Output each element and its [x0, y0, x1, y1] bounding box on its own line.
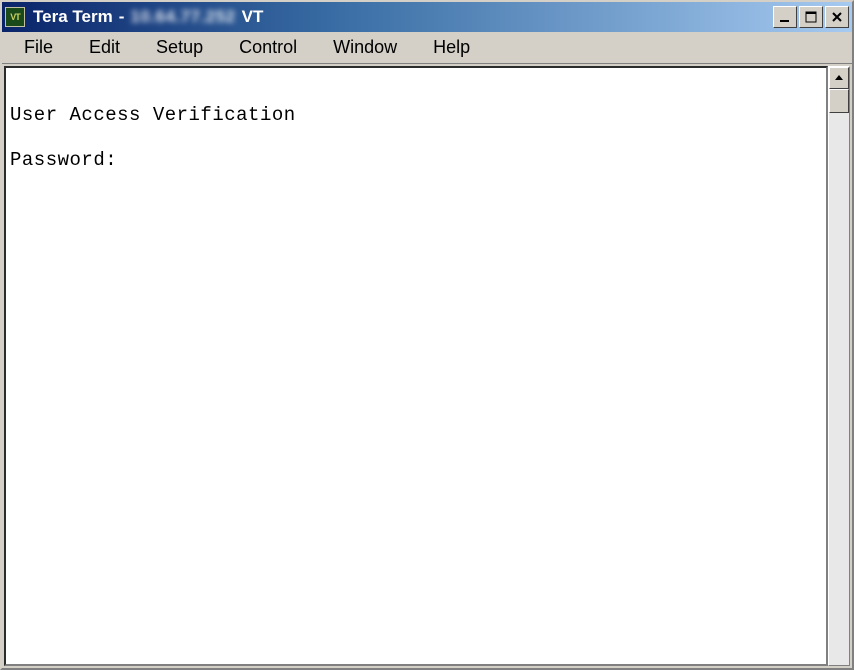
- menubar: File Edit Setup Control Window Help: [2, 32, 852, 64]
- window-title: Tera Term - 10.64.77.252 VT: [33, 7, 263, 27]
- menu-help[interactable]: Help: [415, 33, 488, 62]
- menu-edit[interactable]: Edit: [71, 33, 138, 62]
- client-area: User Access Verification Password:: [2, 64, 852, 668]
- title-separator: -: [119, 7, 125, 27]
- title-app-name: Tera Term: [33, 7, 113, 27]
- app-icon-label: VT: [10, 12, 20, 22]
- close-icon: [831, 11, 843, 23]
- chevron-up-icon: [834, 73, 844, 83]
- terminal-output[interactable]: User Access Verification Password:: [4, 66, 828, 666]
- terminal-line-access: User Access Verification: [10, 102, 822, 129]
- terminal-line-password: Password:: [10, 147, 822, 174]
- app-icon: VT: [5, 7, 25, 27]
- minimize-button[interactable]: [773, 6, 797, 28]
- menu-control[interactable]: Control: [221, 33, 315, 62]
- scroll-track[interactable]: [829, 113, 849, 665]
- maximize-icon: [805, 11, 817, 23]
- vertical-scrollbar: [828, 66, 850, 666]
- window-buttons: [773, 6, 849, 28]
- title-host: 10.64.77.252: [130, 7, 235, 27]
- titlebar: VT Tera Term - 10.64.77.252 VT: [2, 2, 852, 32]
- maximize-button[interactable]: [799, 6, 823, 28]
- scroll-up-button[interactable]: [829, 67, 849, 89]
- menu-window[interactable]: Window: [315, 33, 415, 62]
- minimize-icon: [779, 11, 791, 23]
- app-window: VT Tera Term - 10.64.77.252 VT File Edit…: [0, 0, 854, 670]
- title-suffix: VT: [242, 7, 264, 27]
- menu-setup[interactable]: Setup: [138, 33, 221, 62]
- scroll-thumb[interactable]: [829, 89, 849, 113]
- close-button[interactable]: [825, 6, 849, 28]
- menu-file[interactable]: File: [6, 33, 71, 62]
